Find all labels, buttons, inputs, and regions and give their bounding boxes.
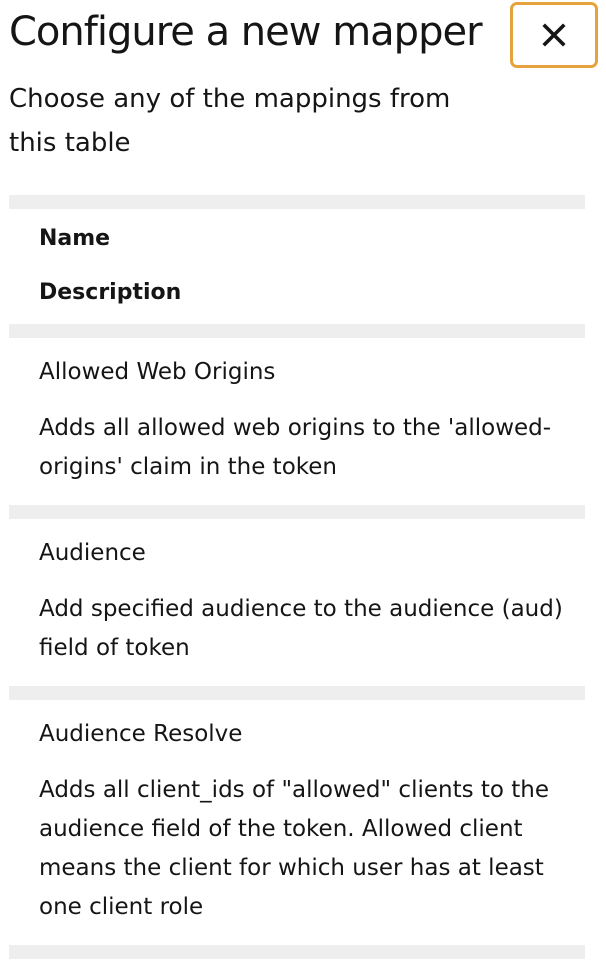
mapper-description: Adds all allowed web origins to the 'all…: [39, 415, 552, 480]
mapper-name[interactable]: Audience: [39, 539, 565, 567]
column-header-name: Name: [39, 226, 111, 251]
table-row[interactable]: Audience Resolve Adds all client_ids of …: [9, 700, 585, 945]
table-row[interactable]: Audience Add specified audience to the a…: [9, 519, 585, 686]
column-header-description: Description: [39, 280, 182, 305]
close-button[interactable]: [510, 2, 598, 68]
close-icon: [542, 23, 566, 47]
row-separator: [9, 686, 585, 700]
table-row[interactable]: Allowed Web Origins Adds all allowed web…: [9, 338, 585, 505]
row-separator: [9, 505, 585, 519]
mapper-name[interactable]: Allowed Web Origins: [39, 358, 565, 386]
row-separator: [9, 945, 585, 959]
row-separator: [9, 195, 585, 209]
modal-title: Configure a new mapper: [9, 9, 483, 55]
mapper-description: Add specified audience to the audience (…: [39, 596, 563, 661]
modal-subtitle: Choose any of the mappings from this tab…: [9, 84, 451, 158]
row-separator: [9, 324, 585, 338]
mapper-name[interactable]: Audience Resolve: [39, 720, 565, 748]
table-header-row: Name Description: [9, 209, 585, 324]
configure-mapper-modal: Configure a new mapper Choose any of the…: [0, 0, 606, 978]
mappings-table: Name Description Allowed Web Origins Add…: [9, 195, 585, 959]
mapper-description: Adds all client_ids of "allowed" clients…: [39, 777, 550, 920]
